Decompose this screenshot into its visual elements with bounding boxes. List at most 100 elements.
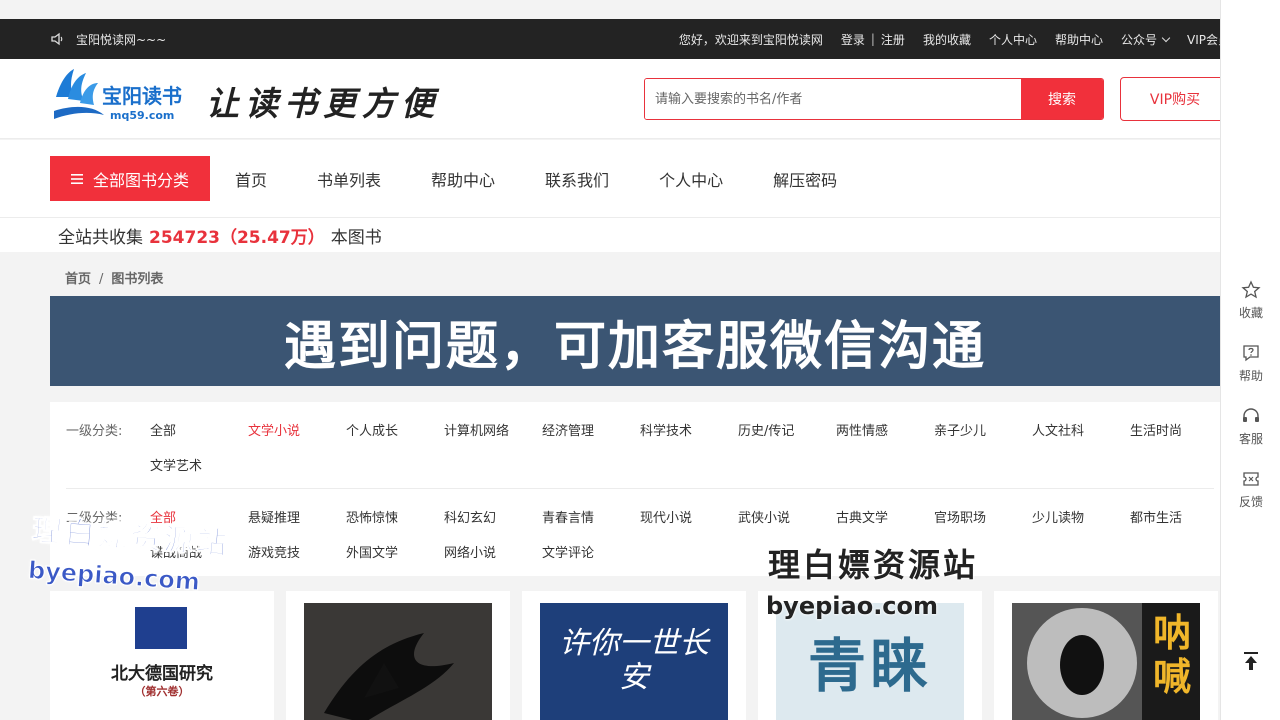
sidebar-label-support: 客服 bbox=[1238, 432, 1263, 446]
cover-crest-block bbox=[135, 607, 187, 649]
level1-filter-item[interactable]: 文学小说 bbox=[248, 420, 300, 439]
welcome-text: 您好，欢迎来到宝阳悦读网 bbox=[678, 32, 823, 47]
vip-purchase-button[interactable]: VIP购买 bbox=[1120, 77, 1230, 121]
book-grid: 北大德国研究 （第六卷） 许你一世长安 青睐 呐喊 bbox=[50, 591, 1220, 720]
crow-illustration bbox=[304, 603, 492, 720]
wechat-link[interactable]: 公众号 bbox=[1120, 31, 1171, 48]
site-logo[interactable]: 宝阳读书 mq59.com bbox=[52, 67, 192, 131]
sidebar-item-help[interactable]: 帮助 bbox=[1221, 343, 1280, 384]
right-sidebar: 收藏 帮助 客服 反馈 bbox=[1220, 0, 1280, 720]
nav-item-profile[interactable]: 个人中心 bbox=[659, 167, 723, 191]
main-nav: 全部图书分类 首页 书单列表 帮助中心 联系我们 个人中心 解压密码 bbox=[0, 140, 1280, 218]
book-card[interactable]: 北大德国研究 （第六卷） bbox=[50, 591, 274, 720]
speaker-icon bbox=[51, 32, 63, 46]
level2-filter-item[interactable]: 外国文学 bbox=[346, 542, 398, 561]
level2-filter-item[interactable]: 都市生活 bbox=[1130, 507, 1182, 526]
level2-filter-item[interactable]: 悬疑推理 bbox=[248, 507, 300, 526]
stats-count: 254723（25.47万） bbox=[149, 227, 325, 248]
nav-items: 首页 书单列表 帮助中心 联系我们 个人中心 解压密码 bbox=[235, 156, 887, 201]
help-link[interactable]: 帮助中心 bbox=[1055, 31, 1103, 48]
watermark-cn: 理白嫖资源站 bbox=[768, 546, 979, 584]
book-card[interactable]: 呐喊 bbox=[994, 591, 1218, 720]
level2-filter-item[interactable]: 青春言情 bbox=[542, 507, 594, 526]
logo-text: 宝阳读书 bbox=[102, 84, 182, 108]
book-cover[interactable] bbox=[304, 603, 492, 720]
headset-icon bbox=[1243, 408, 1259, 422]
level2-filter-item[interactable]: 古典文学 bbox=[836, 507, 888, 526]
help-icon bbox=[1243, 345, 1259, 362]
favorites-link[interactable]: 我的收藏 bbox=[923, 31, 971, 48]
breadcrumb: 首页 / 图书列表 bbox=[65, 268, 163, 287]
all-categories-label: 全部图书分类 bbox=[92, 170, 189, 190]
profile-link[interactable]: 个人中心 bbox=[989, 31, 1037, 48]
book-title: 青睐 bbox=[807, 632, 932, 700]
level1-filter-item[interactable]: 全部 bbox=[150, 420, 176, 439]
ticket-icon bbox=[1243, 472, 1259, 486]
book-cover[interactable]: 北大德国研究 （第六卷） bbox=[68, 603, 256, 720]
search-box: 搜索 bbox=[644, 78, 1104, 120]
level2-filter-item[interactable]: 恐怖惊悚 bbox=[346, 507, 398, 526]
breadcrumb-home[interactable]: 首页 bbox=[65, 272, 91, 287]
level2-filter-item[interactable]: 科幻玄幻 bbox=[444, 507, 496, 526]
nav-item-booklists[interactable]: 书单列表 bbox=[317, 167, 381, 191]
level1-filter-item[interactable]: 人文社科 bbox=[1032, 420, 1084, 439]
level2-filter-item[interactable]: 文学评论 bbox=[542, 542, 594, 561]
nav-item-home[interactable]: 首页 bbox=[235, 167, 267, 191]
top-bar: 宝阳悦读网~~~ 您好，欢迎来到宝阳悦读网 登录 | 注册 我的收藏 个人中心 … bbox=[0, 19, 1280, 59]
back-to-top-button[interactable] bbox=[1221, 650, 1280, 676]
promo-banner[interactable]: 遇到问题，可加客服微信沟通 bbox=[50, 296, 1220, 386]
nav-item-unzip-password[interactable]: 解压密码 bbox=[773, 167, 837, 191]
book-title: 许你一世长安 bbox=[559, 626, 709, 695]
level1-filter-item[interactable]: 科学技术 bbox=[640, 420, 692, 439]
menu-icon bbox=[70, 173, 83, 184]
book-title: 北大德国研究 bbox=[111, 664, 213, 684]
book-card[interactable]: 许你一世长安 bbox=[522, 591, 746, 720]
level1-filter-item[interactable]: 个人成长 bbox=[346, 420, 398, 439]
level2-filter-item[interactable]: 游戏竞技 bbox=[248, 542, 300, 561]
login-link[interactable]: 登录 bbox=[841, 31, 865, 48]
level1-filter-item[interactable]: 计算机网络 bbox=[444, 420, 509, 439]
book-card[interactable] bbox=[286, 591, 510, 720]
sidebar-item-favorite[interactable]: 收藏 bbox=[1221, 280, 1280, 321]
nav-item-contact[interactable]: 联系我们 bbox=[545, 167, 609, 191]
search-button[interactable]: 搜索 bbox=[1021, 79, 1103, 119]
level1-filter-item[interactable]: 亲子少儿 bbox=[934, 420, 986, 439]
book-cover[interactable]: 青睐 bbox=[776, 603, 964, 720]
logo-domain: mq59.com bbox=[110, 109, 174, 122]
chevron-down-icon bbox=[1161, 33, 1171, 42]
book-cover[interactable]: 许你一世长安 bbox=[540, 603, 728, 720]
level2-filter-item[interactable]: 少儿读物 bbox=[1032, 507, 1084, 526]
level2-filter-item[interactable]: 现代小说 bbox=[640, 507, 692, 526]
sidebar-item-feedback[interactable]: 反馈 bbox=[1221, 469, 1280, 510]
slogan: 让读书更方便 bbox=[206, 84, 440, 123]
level2-filter-item[interactable]: 网络小说 bbox=[444, 542, 496, 561]
stats-prefix: 全站共收集 bbox=[58, 227, 143, 248]
nav-item-help[interactable]: 帮助中心 bbox=[431, 167, 495, 191]
search-input[interactable] bbox=[645, 79, 1021, 119]
sidebar-item-support[interactable]: 客服 bbox=[1221, 406, 1280, 447]
watermark-en: byepiao.com bbox=[766, 592, 939, 620]
sidebar-label-favorite: 收藏 bbox=[1238, 306, 1263, 320]
level1-label: 一级分类: bbox=[66, 424, 123, 439]
breadcrumb-separator: / bbox=[99, 272, 104, 287]
level1-filter-item[interactable]: 两性情感 bbox=[836, 420, 888, 439]
site-notice: 宝阳悦读网~~~ bbox=[50, 19, 166, 59]
level1-filter-item[interactable]: 历史/传记 bbox=[738, 420, 794, 439]
level2-filter-item[interactable]: 官场职场 bbox=[934, 507, 986, 526]
sidebar-label-feedback: 反馈 bbox=[1238, 495, 1263, 509]
site-name: 宝阳悦读网~~~ bbox=[76, 32, 167, 47]
login-separator: | bbox=[870, 32, 875, 46]
header: 宝阳读书 mq59.com 让读书更方便 搜索 VIP购买 bbox=[0, 59, 1280, 139]
level1-filter-item[interactable]: 经济管理 bbox=[542, 420, 594, 439]
level1-filter-item[interactable]: 生活时尚 bbox=[1130, 420, 1182, 439]
level2-filter-item[interactable]: 武侠小说 bbox=[738, 507, 790, 526]
book-cover[interactable]: 呐喊 bbox=[1012, 603, 1200, 720]
wechat-label: 公众号 bbox=[1120, 32, 1157, 47]
book-title: 呐喊 bbox=[1152, 611, 1191, 699]
register-link[interactable]: 注册 bbox=[881, 31, 905, 48]
all-categories-button[interactable]: 全部图书分类 bbox=[50, 156, 210, 201]
site-stats: 全站共收集 254723（25.47万） 本图书 bbox=[0, 218, 1220, 252]
breadcrumb-current: 图书列表 bbox=[111, 272, 164, 287]
level1-filter-item[interactable]: 文学艺术 bbox=[150, 455, 202, 474]
sidebar-label-help: 帮助 bbox=[1238, 369, 1263, 383]
